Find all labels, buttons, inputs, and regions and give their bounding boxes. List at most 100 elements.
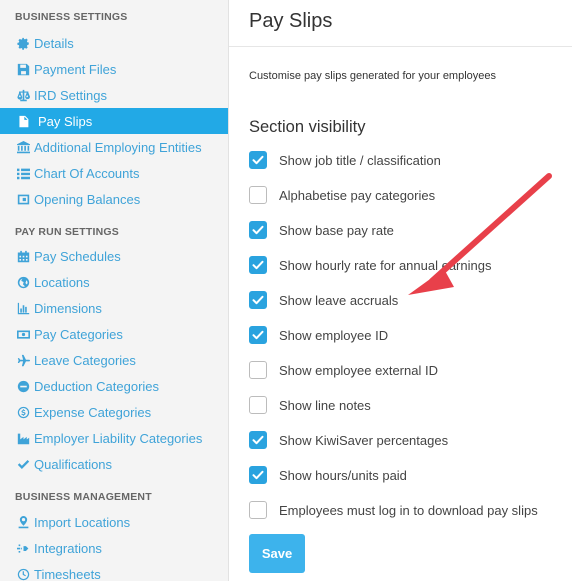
plug-icon [14, 541, 32, 555]
sidebar-item-label: Locations [34, 274, 90, 290]
option-label: Alphabetise pay categories [279, 187, 436, 203]
checkbox-checked[interactable] [249, 291, 267, 309]
checkbox-unchecked[interactable] [249, 361, 267, 379]
option-label: Show KiwiSaver percentages [279, 432, 449, 448]
industry-icon [14, 431, 32, 445]
wallet-icon [14, 192, 32, 206]
gear-icon [14, 36, 32, 50]
money-icon [14, 327, 32, 341]
option-row[interactable]: Show hours/units paid [249, 464, 407, 486]
sidebar-item-integrations[interactable]: Integrations [0, 535, 228, 561]
option-row[interactable]: Show employee external ID [249, 359, 438, 381]
option-label: Show employee external ID [279, 362, 438, 378]
option-row[interactable]: Show base pay rate [249, 219, 394, 241]
sidebar-item-pay-schedules[interactable]: Pay Schedules [0, 243, 228, 269]
checkbox-unchecked[interactable] [249, 396, 267, 414]
title-divider [229, 46, 572, 47]
page-title: Pay Slips [249, 10, 333, 32]
checkbox-unchecked[interactable] [249, 501, 267, 519]
save-icon [14, 62, 32, 76]
plane-icon [14, 353, 32, 367]
sidebar-item-label: Pay Schedules [34, 248, 121, 264]
sidebar-item-label: Pay Slips [38, 113, 93, 129]
sidebar-item-label: Deduction Categories [34, 378, 160, 394]
option-label: Show line notes [279, 397, 371, 413]
bar-chart-icon [14, 301, 32, 315]
sidebar-item-opening-balances[interactable]: Opening Balances [0, 186, 228, 212]
sidebar-item-label: IRD Settings [34, 87, 107, 103]
sidebar-item-label: Import Locations [34, 514, 131, 530]
option-row[interactable]: Show KiwiSaver percentages [249, 429, 448, 451]
option-row[interactable]: Show line notes [249, 394, 371, 416]
sidebar-heading-pay-run-settings: PAY RUN SETTINGS [15, 226, 119, 238]
sidebar-item-timesheets[interactable]: Timesheets [0, 561, 228, 581]
option-row[interactable]: Show employee ID [249, 324, 388, 346]
sidebar-item-details[interactable]: Details [0, 30, 228, 56]
checkbox-unchecked[interactable] [249, 186, 267, 204]
sidebar-item-import-locations[interactable]: Import Locations [0, 509, 228, 535]
sidebar-item-label: Qualifications [34, 456, 113, 472]
sidebar-item-ird-settings[interactable]: IRD Settings [0, 82, 228, 108]
sidebar-item-label: Timesheets [34, 566, 101, 581]
option-label: Show hourly rate for annual earnings [279, 257, 492, 273]
sidebar-heading-business-settings: BUSINESS SETTINGS [15, 11, 128, 23]
sidebar-item-label: Expense Categories [34, 404, 152, 420]
option-label: Show base pay rate [279, 222, 394, 238]
option-row[interactable]: Employees must log in to download pay sl… [249, 499, 538, 521]
option-row[interactable]: Show hourly rate for annual earnings [249, 254, 491, 276]
map-pin-icon [14, 515, 32, 529]
sidebar-item-label: Chart Of Accounts [34, 165, 140, 181]
sidebar-item-label: Integrations [34, 540, 102, 556]
list-icon [14, 166, 32, 180]
sidebar-item-label: Dimensions [34, 300, 102, 316]
document-icon [14, 114, 32, 128]
page-subtitle: Customise pay slips generated for your e… [249, 70, 497, 82]
minus-circle-icon [14, 379, 32, 393]
checkbox-checked[interactable] [249, 221, 267, 239]
sidebar-item-dimensions[interactable]: Dimensions [0, 295, 228, 321]
sidebar-item-qualifications[interactable]: Qualifications [0, 451, 228, 477]
sidebar-item-leave-categories[interactable]: Leave Categories [0, 347, 228, 373]
sidebar-heading-business-management: BUSINESS MANAGEMENT [15, 491, 152, 503]
sidebar-item-employer-liability-categories[interactable]: Employer Liability Categories [0, 425, 228, 451]
sidebar-item-locations[interactable]: Locations [0, 269, 228, 295]
sidebar-item-pay-categories[interactable]: Pay Categories [0, 321, 228, 347]
option-row[interactable]: Show job title / classification [249, 149, 441, 171]
sidebar-item-payment-files[interactable]: Payment Files [0, 56, 228, 82]
sidebar-item-deduction-categories[interactable]: Deduction Categories [0, 373, 228, 399]
sidebar-item-label: Payment Files [34, 61, 117, 77]
main-content: Pay Slips Customise pay slips generated … [229, 0, 572, 581]
scales-icon [14, 88, 32, 102]
checkbox-checked[interactable] [249, 466, 267, 484]
checkbox-checked[interactable] [249, 151, 267, 169]
sidebar-item-label: Leave Categories [34, 352, 136, 368]
sidebar-item-label: Pay Categories [34, 326, 123, 342]
section-title: Section visibility [249, 118, 366, 136]
option-label: Employees must log in to download pay sl… [279, 502, 538, 518]
sidebar-item-label: Details [34, 35, 74, 51]
bank-icon [14, 140, 32, 154]
globe-icon [14, 275, 32, 289]
sidebar: BUSINESS SETTINGS Details Payment Files … [0, 0, 229, 581]
checkbox-checked[interactable] [249, 256, 267, 274]
clock-icon [14, 567, 32, 581]
option-label: Show employee ID [279, 327, 389, 343]
sidebar-item-additional-employing-entities[interactable]: Additional Employing Entities [0, 134, 228, 160]
option-label: Show leave accruals [279, 292, 399, 308]
dollar-circle-icon [14, 405, 32, 419]
calendar-icon [14, 249, 32, 263]
sidebar-item-expense-categories[interactable]: Expense Categories [0, 399, 228, 425]
sidebar-item-label: Opening Balances [34, 191, 141, 207]
checkbox-checked[interactable] [249, 326, 267, 344]
option-label: Show job title / classification [279, 152, 441, 168]
option-row[interactable]: Alphabetise pay categories [249, 184, 435, 206]
checkbox-checked[interactable] [249, 431, 267, 449]
option-row[interactable]: Show leave accruals [249, 289, 398, 311]
sidebar-item-label: Additional Employing Entities [34, 139, 202, 155]
check-icon [14, 457, 32, 471]
sidebar-item-pay-slips[interactable]: Pay Slips [0, 108, 228, 134]
save-button[interactable]: Save [249, 534, 305, 573]
sidebar-item-chart-of-accounts[interactable]: Chart Of Accounts [0, 160, 228, 186]
sidebar-item-label: Employer Liability Categories [34, 430, 203, 446]
option-label: Show hours/units paid [279, 467, 407, 483]
